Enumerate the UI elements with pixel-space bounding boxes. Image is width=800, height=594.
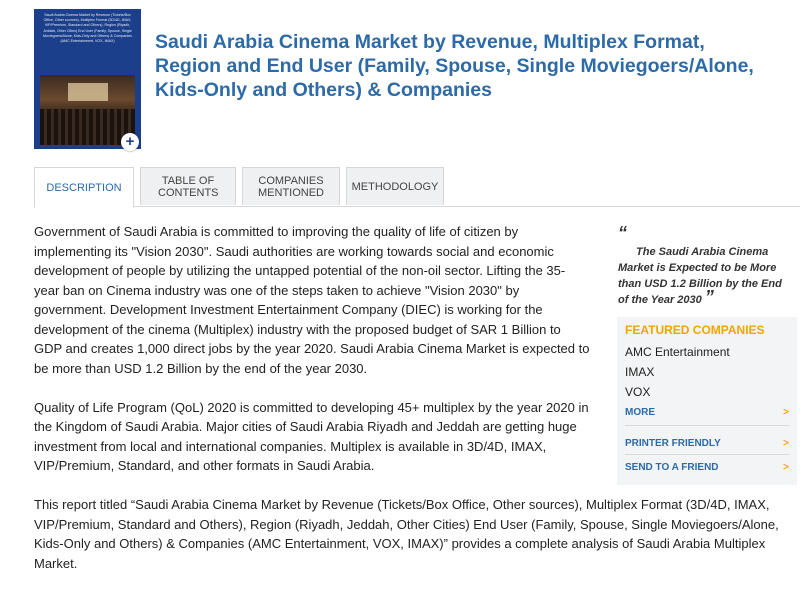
tab-methodology[interactable]: METHODOLOGY	[346, 167, 444, 205]
open-quote-icon: “	[618, 223, 627, 243]
chevron-right-icon: >	[783, 407, 789, 418]
chevron-right-icon: >	[783, 462, 789, 473]
tab-companies-mentioned[interactable]: COMPANIES MENTIONED	[242, 167, 340, 205]
printer-friendly-link[interactable]: PRINTER FRIENDLY >	[625, 438, 789, 449]
tab-label: METHODOLOGY	[351, 180, 439, 193]
plus-icon[interactable]: +	[121, 133, 139, 151]
featured-heading: FEATURED COMPANIES	[625, 323, 765, 337]
featured-companies-panel: FEATURED COMPANIES AMC Entertainment IMA…	[617, 317, 797, 485]
tab-table-of-contents[interactable]: TABLE OF CONTENTS	[140, 167, 236, 205]
send-to-friend-link[interactable]: SEND TO A FRIEND >	[625, 462, 789, 473]
cinema-photo	[40, 75, 135, 145]
cinema-screen	[68, 83, 108, 101]
chevron-right-icon: >	[783, 438, 789, 449]
tab-label: COMPANIES MENTIONED	[258, 174, 324, 199]
more-label: MORE	[625, 407, 655, 418]
description-paragraph: Government of Saudi Arabia is committed …	[34, 224, 590, 376]
printer-label: PRINTER FRIENDLY	[625, 438, 721, 449]
page-title: Saudi Arabia Cinema Market by Revenue, M…	[155, 31, 754, 101]
tab-divider	[34, 206, 800, 207]
close-quote-icon: ”	[704, 287, 714, 307]
cover-title-text: Saudi Arabia Cinema Market by Revenue (T…	[43, 13, 132, 44]
tab-label: TABLE OF CONTENTS	[158, 174, 219, 199]
company-item[interactable]: IMAX	[625, 365, 654, 379]
description-content: Government of Saudi Arabia is committed …	[34, 222, 779, 593]
send-label: SEND TO A FRIEND	[625, 462, 719, 473]
report-cover-image[interactable]: Saudi Arabia Cinema Market by Revenue (T…	[34, 9, 141, 149]
description-paragraph: This report titled “Saudi Arabia Cinema …	[34, 497, 779, 571]
divider	[625, 425, 789, 426]
divider	[625, 454, 789, 455]
tab-label: DESCRIPTION	[46, 181, 122, 194]
description-paragraph: Quality of Life Program (QoL) 2020 is co…	[34, 399, 589, 474]
company-item[interactable]: VOX	[625, 385, 650, 399]
company-item[interactable]: AMC Entertainment	[625, 345, 730, 359]
more-link[interactable]: MORE >	[625, 407, 789, 418]
tab-description[interactable]: DESCRIPTION	[34, 167, 134, 208]
quote-text: The Saudi Arabia Cinema Market is Expect…	[618, 246, 782, 306]
highlight-quote: “ The Saudi Arabia Cinema Market is Expe…	[618, 224, 788, 308]
